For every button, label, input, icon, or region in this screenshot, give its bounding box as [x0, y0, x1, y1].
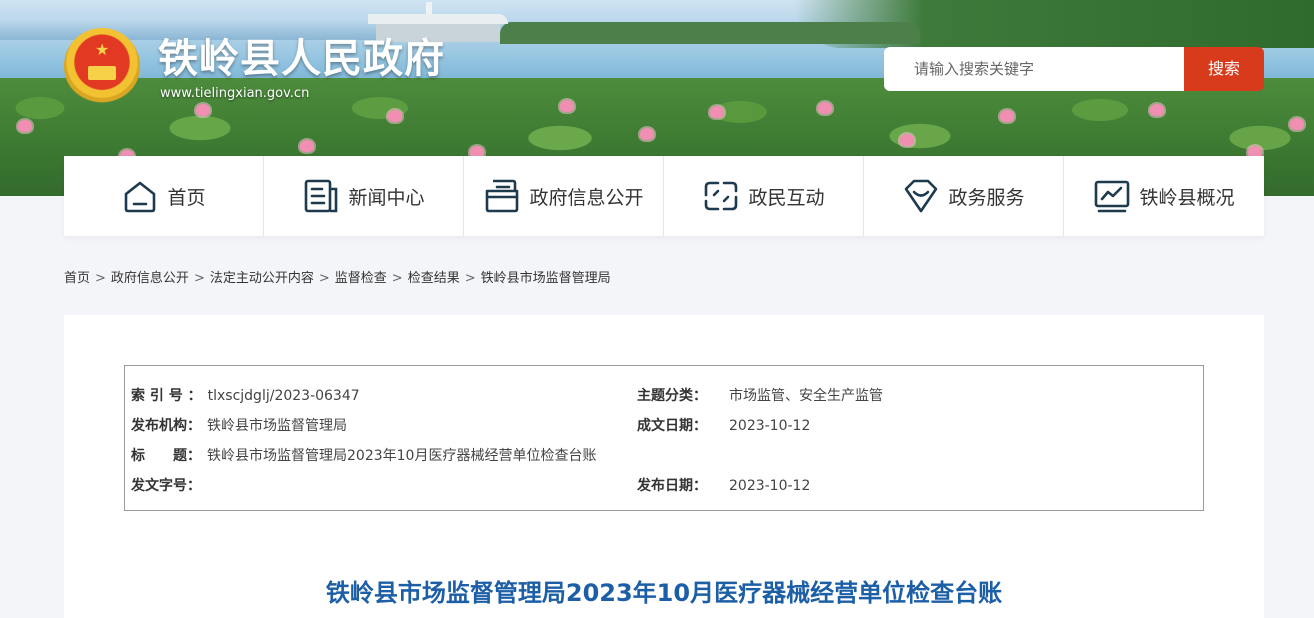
breadcrumb-item-results[interactable]: 检查结果: [408, 271, 460, 286]
lotus-flower: [1000, 110, 1014, 122]
breadcrumb-item-gov-info[interactable]: 政府信息公开: [111, 271, 189, 286]
meta-docno: 发文字号：: [131, 475, 207, 495]
meta-title: 标 题： 铁岭县市场监督管理局2023年10月医疗器械经营单位检查台账: [131, 445, 596, 465]
meta-topic-value: 市场监管、安全生产监管: [729, 388, 883, 404]
breadcrumb-separator: >: [193, 271, 205, 286]
nav-item-gov-info[interactable]: 政府信息公开: [464, 156, 664, 236]
meta-index-label: 索 引 号 ：: [131, 388, 202, 404]
lotus-flower: [300, 140, 314, 152]
breadcrumb-separator: >: [464, 271, 476, 286]
main-nav: 首页 新闻中心 政府信息公开 政民互动 政务服务 铁岭县概况: [64, 156, 1264, 236]
breadcrumb-separator: >: [95, 271, 106, 286]
news-icon: [302, 177, 340, 215]
lotus-flower: [560, 100, 574, 112]
breadcrumb-separator: >: [318, 271, 330, 286]
breadcrumb: 首页 > 政府信息公开 > 法定主动公开内容 > 监督检查 > 检查结果 > 铁岭县市场监督管理局: [64, 267, 611, 286]
breadcrumb-item-statutory[interactable]: 法定主动公开内容: [210, 271, 314, 286]
nav-item-interaction[interactable]: 政民互动: [664, 156, 864, 236]
meta-published-label: 发布日期：: [637, 478, 707, 494]
lotus-flower: [818, 102, 832, 114]
nav-label: 新闻中心: [348, 186, 425, 209]
nav-item-services[interactable]: 政务服务: [864, 156, 1064, 236]
nav-label: 政民互动: [748, 186, 825, 209]
breadcrumb-separator: >: [391, 271, 403, 286]
search-box: [884, 47, 1184, 91]
search-input[interactable]: [884, 47, 1184, 91]
meta-topic: 主题分类： 市场监管、安全生产监管: [637, 385, 883, 405]
nav-item-home[interactable]: 首页: [64, 156, 264, 236]
home-icon: [121, 177, 159, 215]
nav-label: 铁岭县概况: [1139, 186, 1235, 209]
lotus-flower: [710, 106, 724, 118]
lotus-flower: [196, 104, 210, 116]
document-meta-box: 索 引 号 ： tlxscjdglj/2023-06347 主题分类： 市场监管、安…: [124, 365, 1204, 511]
meta-created-label: 成文日期：: [637, 418, 707, 434]
meta-title-label: 标 题：: [131, 448, 201, 464]
overview-icon: [1093, 177, 1131, 215]
lotus-flower: [18, 120, 32, 132]
meta-publisher-label: 发布机构：: [131, 418, 201, 434]
content-panel: 索 引 号 ： tlxscjdglj/2023-06347 主题分类： 市场监管、安…: [64, 315, 1264, 618]
nav-item-news[interactable]: 新闻中心: [264, 156, 464, 236]
meta-created: 成文日期： 2023-10-12: [637, 415, 810, 435]
folder-icon: [483, 177, 521, 215]
lotus-flower: [900, 134, 914, 146]
nav-label: 首页: [167, 186, 206, 209]
article-title: 铁岭县市场监督管理局2023年10月医疗器械经营单位检查台账: [325, 579, 1003, 607]
meta-published: 发布日期： 2023-10-12: [637, 475, 810, 495]
meta-publisher-value: 铁岭县市场监督管理局: [207, 418, 347, 434]
search-button[interactable]: 搜索: [1184, 47, 1264, 91]
service-icon: [902, 177, 940, 215]
breadcrumb-item-home[interactable]: 首页: [64, 271, 90, 286]
breadcrumb-item-bureau[interactable]: 铁岭县市场监督管理局: [481, 271, 611, 286]
nav-label: 政府信息公开: [529, 186, 644, 209]
lotus-flower: [640, 128, 654, 140]
lotus-flower: [388, 110, 402, 122]
nav-label: 政务服务: [948, 186, 1025, 209]
meta-created-value: 2023-10-12: [729, 418, 811, 434]
lotus-flower: [1290, 118, 1304, 130]
nav-item-overview[interactable]: 铁岭县概况: [1064, 156, 1264, 236]
meta-publisher: 发布机构： 铁岭县市场监督管理局: [131, 415, 347, 435]
site-url[interactable]: www.tielingxian.gov.cn: [160, 86, 309, 101]
meta-docno-label: 发文字号：: [131, 478, 201, 494]
national-emblem-icon: ★: [64, 28, 140, 104]
meta-index: 索 引 号 ： tlxscjdglj/2023-06347: [131, 385, 360, 405]
meta-topic-label: 主题分类：: [637, 388, 707, 404]
site-title[interactable]: 铁岭县人民政府: [158, 34, 445, 84]
interaction-icon: [702, 177, 740, 215]
meta-index-value: tlxscjdglj/2023-06347: [207, 388, 360, 404]
meta-published-value: 2023-10-12: [729, 478, 811, 494]
lotus-flower: [1150, 104, 1164, 116]
meta-title-value: 铁岭县市场监督管理局2023年10月医疗器械经营单位检查台账: [207, 448, 597, 464]
breadcrumb-item-supervision[interactable]: 监督检查: [335, 271, 387, 286]
far-trees-backdrop: [500, 22, 920, 44]
